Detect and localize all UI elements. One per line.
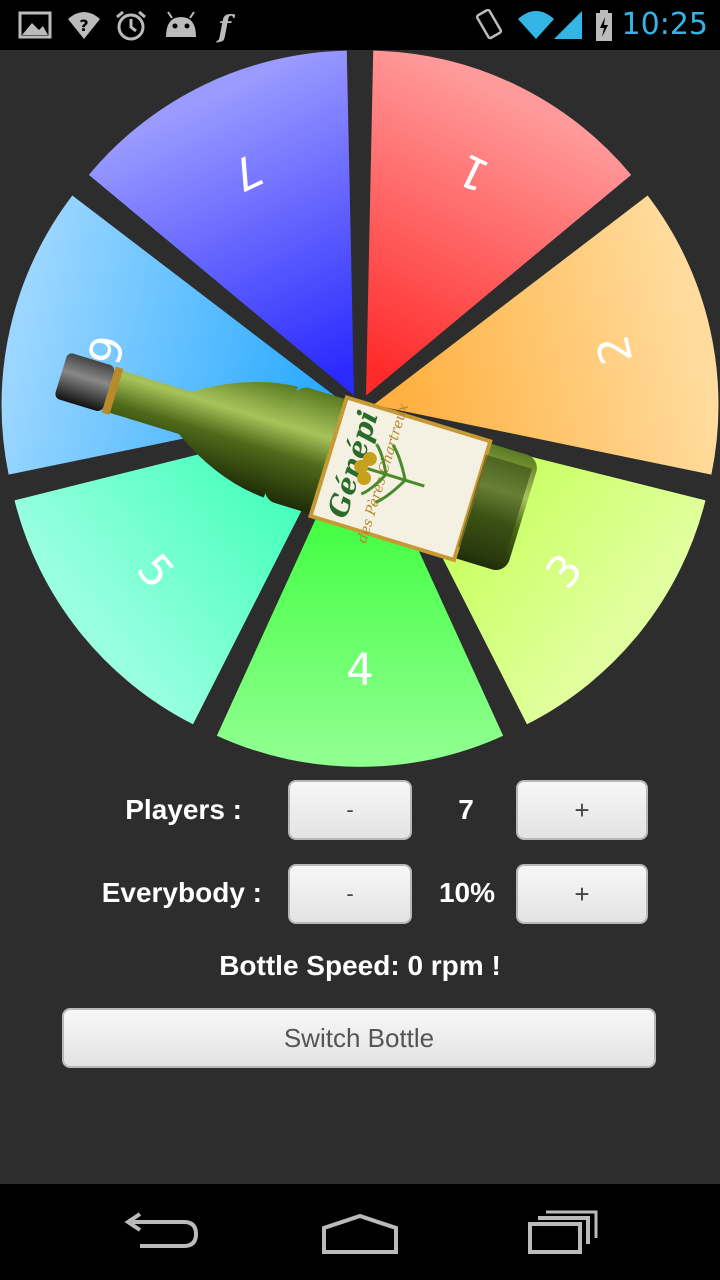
everybody-value: 10%	[438, 877, 496, 908]
home-icon[interactable]	[300, 1202, 420, 1262]
rotation-icon	[475, 9, 503, 40]
signal-icon	[554, 11, 582, 39]
back-icon[interactable]	[100, 1202, 220, 1262]
bottle-speed-text: Bottle Speed: 0 rpm !	[219, 950, 501, 981]
switch-bottle-button[interactable]: Switch Bottle	[62, 1008, 656, 1068]
everybody-decrease-button[interactable]: -	[288, 864, 412, 924]
wheel-canvas[interactable]: 1234567 Génépi des Pères Chartreux	[0, 50, 720, 770]
navigation-bar	[0, 1184, 720, 1280]
bottle-wheel[interactable]: 1234567 Génépi des Pères Chartreux	[0, 50, 720, 770]
players-value: 7	[458, 794, 474, 825]
everybody-increase-button[interactable]: +	[516, 864, 648, 924]
wifi-question-icon: ?	[68, 12, 100, 39]
everybody-label: Everybody :	[101, 877, 262, 908]
android-icon	[166, 11, 196, 37]
status-bar: ? f 10:25	[0, 0, 720, 50]
svg-text:f: f	[216, 10, 236, 43]
flipboard-icon: f	[216, 10, 236, 43]
battery-charging-icon	[596, 10, 612, 41]
wheel-segment-label-4: 4	[346, 645, 374, 696]
recent-apps-icon[interactable]	[500, 1202, 620, 1262]
alarm-icon	[116, 10, 146, 41]
players-label: Players :	[125, 794, 242, 825]
wifi-icon	[518, 11, 554, 39]
clock-time: 10:25	[621, 7, 708, 42]
players-increase-button[interactable]: +	[516, 780, 648, 840]
gallery-icon	[18, 11, 52, 39]
players-decrease-button[interactable]: -	[288, 780, 412, 840]
svg-text:?: ?	[79, 16, 88, 35]
